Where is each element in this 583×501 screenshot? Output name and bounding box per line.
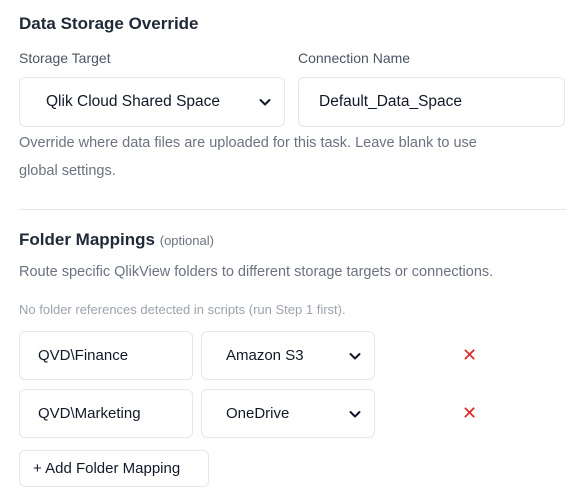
help-text-line-1: Override where data files are uploaded f… [19, 135, 477, 151]
section-title: Data Storage Override [19, 14, 199, 33]
section-divider [19, 209, 566, 210]
storage-target-select[interactable]: Qlik Cloud Shared Space [19, 77, 285, 127]
remove-mapping-button[interactable]: ✕ [462, 346, 477, 364]
connection-name-value: Default_Data_Space [319, 93, 463, 110]
folder-value: QVD\Marketing [38, 405, 141, 422]
target-select[interactable]: OneDrive [201, 389, 375, 438]
help-text: Override where data files are uploaded f… [19, 129, 477, 185]
connection-name-label: Connection Name [298, 50, 411, 66]
chevron-down-icon [259, 99, 271, 106]
folder-mappings-hint: No folder references detected in scripts… [19, 302, 346, 317]
folder-input[interactable]: QVD\Finance [19, 331, 193, 380]
storage-target-label: Storage Target [19, 50, 111, 66]
target-value: OneDrive [226, 405, 290, 422]
chevron-down-icon [349, 410, 361, 417]
connection-name-input[interactable]: Default_Data_Space [298, 77, 565, 127]
folder-mappings-title: Folder Mappings (optional) [19, 230, 214, 250]
storage-target-value: Qlik Cloud Shared Space [46, 93, 221, 110]
optional-tag: (optional) [159, 233, 214, 248]
folder-value: QVD\Finance [38, 347, 129, 364]
help-text-line-2: global settings. [19, 163, 116, 179]
close-icon: ✕ [462, 345, 478, 365]
folder-mappings-heading: Folder Mappings [19, 230, 155, 249]
folder-mappings-description: Route specific QlikView folders to diffe… [19, 264, 494, 280]
close-icon: ✕ [462, 403, 478, 423]
target-select[interactable]: Amazon S3 [201, 331, 375, 380]
target-value: Amazon S3 [226, 347, 304, 364]
remove-mapping-button[interactable]: ✕ [462, 404, 477, 422]
folder-input[interactable]: QVD\Marketing [19, 389, 193, 438]
add-folder-mapping-label: + Add Folder Mapping [33, 460, 181, 477]
add-folder-mapping-button[interactable]: + Add Folder Mapping [19, 450, 209, 487]
chevron-down-icon [349, 352, 361, 359]
